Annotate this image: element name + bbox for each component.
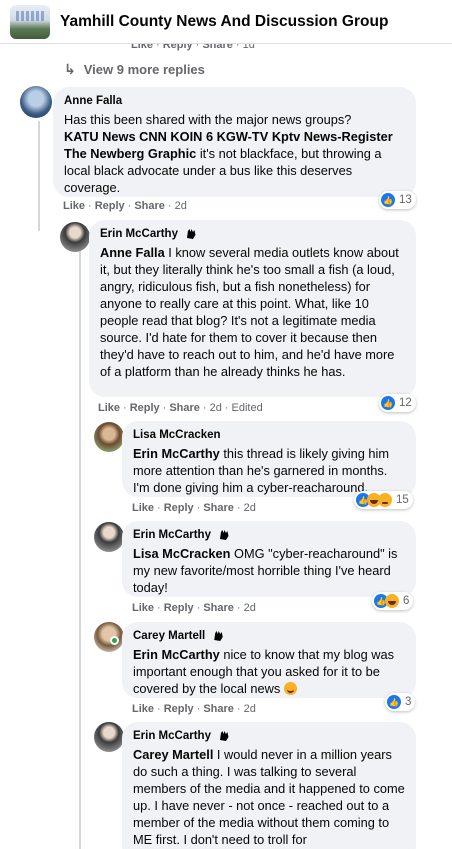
like-reaction-icon: 👍	[387, 695, 401, 709]
comment-actions: Like · Reply · Share · 2d	[132, 602, 256, 614]
group-thumbnail[interactable]	[10, 4, 50, 39]
top-fan-badge-icon	[217, 529, 231, 541]
timestamp[interactable]: 2d	[210, 402, 222, 414]
reaction-summary[interactable]: 👍 12	[379, 394, 416, 412]
mention-link[interactable]: Lisa McCracken	[133, 546, 230, 561]
thread-line	[79, 250, 81, 849]
comment-author[interactable]: Lisa McCracken	[133, 428, 405, 442]
online-status-indicator	[110, 636, 119, 645]
comment-author[interactable]: Erin McCarthy	[133, 729, 405, 743]
timestamp[interactable]: 2d	[175, 200, 187, 212]
comment-bubble: Erin McCarthy Lisa McCracken OMG "cyber-…	[122, 521, 416, 597]
reply-arrow-icon: ↳	[64, 61, 76, 77]
comment-author[interactable]: Anne Falla	[64, 94, 405, 108]
top-fan-badge-icon	[211, 630, 225, 642]
comment-text: Carey Martell I would never in a million…	[133, 747, 405, 847]
share-link[interactable]: Share	[203, 703, 234, 715]
like-link[interactable]: Like	[98, 402, 120, 414]
reaction-summary[interactable]: 👍 6	[372, 592, 414, 610]
reply-link[interactable]: Reply	[130, 402, 160, 414]
avatar[interactable]	[94, 622, 124, 652]
comment-bubble: Erin McCarthy Carey Martell I would neve…	[122, 722, 416, 849]
group-title[interactable]: Yamhill County News And Discussion Group	[60, 13, 388, 31]
comment-bubble: Lisa McCracken Erin McCarthy this thread…	[122, 421, 416, 497]
reaction-summary[interactable]: 👍 13	[379, 191, 416, 209]
avatar[interactable]	[60, 222, 90, 252]
avatar[interactable]	[94, 522, 124, 552]
comment-text: Erin McCarthy nice to know that my blog …	[133, 647, 395, 696]
comment-actions: Like · Reply · Share · 2d	[132, 703, 256, 715]
share-link[interactable]: Share	[203, 502, 234, 514]
timestamp[interactable]: 2d	[244, 502, 256, 514]
reaction-summary[interactable]: 👍 15	[354, 491, 413, 509]
like-reaction-icon: 👍	[381, 396, 395, 410]
comment-text: Has this been shared with the major news…	[64, 112, 393, 195]
comment-actions: Like · Reply · Share · 2d · Edited	[98, 402, 263, 414]
reply-link[interactable]: Reply	[164, 703, 194, 715]
comment-author[interactable]: Carey Martell	[133, 629, 405, 643]
share-link[interactable]: Share	[134, 200, 165, 212]
thread-line	[38, 121, 40, 231]
group-header: Yamhill County News And Discussion Group	[0, 0, 452, 44]
view-more-label: View 9 more replies	[83, 62, 205, 77]
comment-bubble: Carey Martell Erin McCarthy nice to know…	[122, 622, 416, 698]
comment-text: Anne Falla I know several media outlets …	[100, 245, 399, 379]
avatar[interactable]	[20, 86, 52, 118]
mention-link[interactable]: Erin McCarthy	[133, 647, 220, 662]
like-link[interactable]: Like	[132, 602, 154, 614]
avatar[interactable]	[94, 722, 124, 752]
like-link[interactable]: Like	[132, 703, 154, 715]
view-more-replies[interactable]: ↳ View 9 more replies	[64, 61, 205, 78]
avatar[interactable]	[94, 422, 124, 452]
comment-bubble: Erin McCarthy Anne Falla I know several …	[89, 220, 416, 397]
comment-actions: Like · Reply · Share · 2d	[132, 502, 256, 514]
timestamp[interactable]: 2d	[244, 703, 256, 715]
like-link[interactable]: Like	[132, 502, 154, 514]
reaction-summary[interactable]: 👍 3	[385, 693, 416, 711]
like-link[interactable]: Like	[63, 200, 85, 212]
comment-author[interactable]: Erin McCarthy	[100, 227, 405, 241]
mention-link[interactable]: Erin McCarthy	[133, 446, 220, 461]
comment-bubble: Anne Falla Has this been shared with the…	[53, 87, 416, 197]
top-fan-badge-icon	[184, 228, 198, 240]
reply-link[interactable]: Reply	[164, 502, 194, 514]
smile-emoji-icon	[283, 682, 297, 695]
comment-actions: Like · Reply · Share · 2d	[63, 200, 187, 212]
mention-link[interactable]: Carey Martell	[133, 747, 213, 762]
comment-text: Lisa McCracken OMG "cyber-reacharound" i…	[133, 546, 398, 595]
comment-text: Erin McCarthy this thread is likely givi…	[133, 446, 390, 495]
haha-reaction-icon	[385, 594, 399, 608]
share-link[interactable]: Share	[169, 402, 200, 414]
edited-label[interactable]: Edited	[232, 402, 263, 414]
comment-author[interactable]: Erin McCarthy	[133, 528, 405, 542]
top-fan-badge-icon	[217, 730, 231, 742]
sad-reaction-icon	[378, 493, 392, 507]
reply-link[interactable]: Reply	[164, 602, 194, 614]
like-reaction-icon: 👍	[381, 193, 395, 207]
share-link[interactable]: Share	[203, 602, 234, 614]
mention-link[interactable]: Anne Falla	[100, 245, 165, 260]
reply-link[interactable]: Reply	[95, 200, 125, 212]
timestamp[interactable]: 2d	[244, 602, 256, 614]
